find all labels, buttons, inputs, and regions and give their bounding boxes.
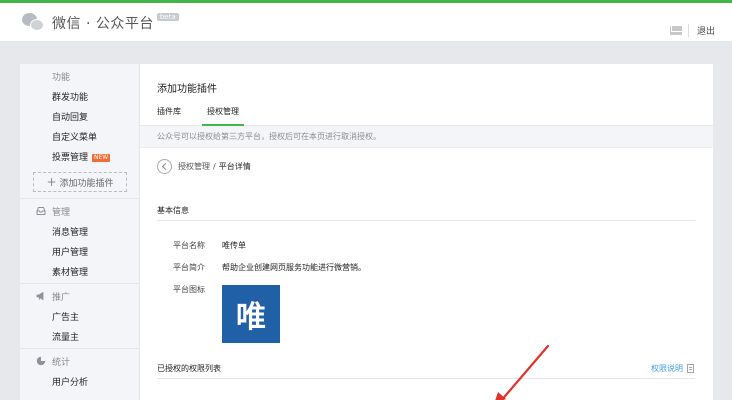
info-notice: 公众号可以授权给第三方平台，授权后可在本页进行取消授权。 [140, 126, 713, 148]
platform-name-value: 唯传单 [222, 241, 246, 250]
sidebar-item-auto-reply[interactable]: 自动回复 [20, 108, 139, 128]
nav-group-title: 统计 [52, 357, 71, 368]
breadcrumb-current: 平台详情 [218, 162, 251, 171]
annotation-arrow-icon [495, 344, 550, 400]
app-title: 微信 · 公众平台 [52, 16, 154, 32]
tab-authorization-manage[interactable]: 授权管理 [202, 104, 244, 126]
divider [157, 220, 695, 221]
nav-group-header: 管理 [20, 199, 139, 223]
sidebar-item-mass-send[interactable]: 群发功能 [20, 88, 139, 108]
permission-help-label: 权限说明 [651, 364, 683, 373]
page-title: 添加功能插件 [157, 84, 217, 95]
document-icon [687, 364, 694, 373]
beta-badge: beta [156, 13, 179, 21]
nav-group-title: 功能 [52, 72, 71, 83]
sidebar-item-material-manage[interactable]: 素材管理 [20, 263, 139, 283]
nav-group-header: 功能 [20, 64, 139, 88]
sidebar: 功能 群发功能 自动回复 自定义菜单 投票管理 NEW + 添加功能插件 管理 消… [20, 64, 140, 400]
platform-intro-value: 帮助企业创建网页服务功能进行微营销。 [222, 263, 366, 272]
platform-icon-label: 平台图标 [173, 285, 205, 294]
permission-help-link[interactable]: 权限说明 [651, 363, 694, 374]
nav-group-header: 统计 [20, 349, 139, 373]
wechat-logo-icon [22, 13, 46, 33]
breadcrumb-separator: / [213, 162, 216, 171]
breadcrumb-parent-link[interactable]: 授权管理 [178, 161, 210, 172]
platform-name-label: 平台名称 [173, 241, 205, 250]
megaphone-icon [36, 291, 44, 301]
mail-icon[interactable] [670, 26, 682, 35]
top-bar: 微信 · 公众平台 beta 退出 [0, 0, 732, 42]
new-badge: NEW [92, 154, 111, 162]
wechat-logo[interactable]: 微信 · 公众平台 beta [22, 13, 179, 33]
sidebar-item-custom-menu[interactable]: 自定义菜单 [20, 128, 139, 148]
breadcrumb: 授权管理 / 平台详情 [157, 159, 251, 174]
sidebar-item-vote-manage[interactable]: 投票管理 NEW [20, 148, 139, 168]
sidebar-item-message-manage[interactable]: 消息管理 [20, 223, 139, 243]
inbox-icon [36, 207, 46, 215]
nav-group-title: 管理 [52, 207, 71, 218]
permissions-list-title: 已授权的权限列表 [157, 364, 221, 373]
basic-info-title: 基本信息 [157, 206, 189, 215]
sidebar-item-user-manage[interactable]: 用户管理 [20, 243, 139, 263]
sidebar-item-user-analysis[interactable]: 用户分析 [20, 373, 139, 393]
nav-group-header: 推广 [20, 284, 139, 308]
header-divider [688, 24, 689, 37]
divider [157, 378, 695, 379]
tab-bar: 插件库 授权管理 [140, 104, 713, 126]
nav-group-promotion: 推广 广告主 流量主 [20, 284, 139, 349]
sidebar-item-label: 投票管理 [52, 153, 89, 163]
grid-icon [36, 71, 46, 81]
sidebar-item-advertiser[interactable]: 广告主 [20, 308, 139, 328]
nav-group-stats: 统计 用户分析 [20, 349, 139, 393]
plus-icon: + [46, 175, 57, 189]
platform-intro-label: 平台简介 [173, 263, 205, 272]
sidebar-item-publisher[interactable]: 流量主 [20, 328, 139, 348]
add-plugin-label: 添加功能插件 [59, 178, 114, 189]
logout-link[interactable]: 退出 [697, 24, 715, 37]
pie-chart-icon [36, 356, 46, 366]
nav-group-title: 推广 [52, 292, 71, 303]
main-panel: 添加功能插件 插件库 授权管理 公众号可以授权给第三方平台，授权后可在本页进行取… [140, 64, 713, 400]
platform-logo-icon: 唯 [222, 285, 280, 343]
back-arrow-icon[interactable] [157, 159, 172, 174]
add-plugin-button[interactable]: + 添加功能插件 [33, 172, 127, 192]
tab-plugin-library[interactable]: 插件库 [157, 104, 181, 126]
nav-group-manage: 管理 消息管理 用户管理 素材管理 [20, 199, 139, 284]
nav-group-features: 功能 群发功能 自动回复 自定义菜单 投票管理 NEW + 添加功能插件 [20, 64, 139, 199]
